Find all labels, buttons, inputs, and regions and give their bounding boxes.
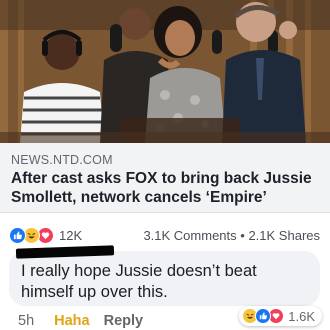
comment-reaction-summary[interactable]: 1.6K (239, 306, 322, 326)
link-preview[interactable]: NEWS.NTD.COM After cast asks FOX to brin… (0, 143, 330, 213)
comment-reaction-count: 1.6K (288, 308, 315, 324)
stats-separator: • (240, 227, 245, 243)
post-reaction-count: 12K (59, 227, 83, 243)
comment-timestamp[interactable]: 5h (18, 313, 34, 329)
like-icon (9, 226, 26, 244)
post-engagement-stats: 3.1K Comments • 2.1K Shares (143, 228, 320, 243)
comment-reply-button[interactable]: Reply (104, 313, 144, 329)
comment-actions: 5h Haha Reply (18, 313, 143, 329)
post-reactions-bar: 12K 3.1K Comments • 2.1K Shares (0, 224, 330, 246)
comment-text: I really hope Jussie doesn’t beat himsel… (21, 262, 257, 301)
comments-count-link[interactable]: 3.1K Comments (143, 228, 236, 243)
recording-studio-photo (0, 0, 330, 143)
shares-count-link[interactable]: 2.1K Shares (248, 228, 320, 243)
link-headline[interactable]: After cast asks FOX to bring back Jussie… (11, 169, 320, 207)
link-domain: NEWS.NTD.COM (11, 153, 113, 167)
post-reaction-summary[interactable]: 12K (9, 226, 83, 244)
like-icon (255, 308, 272, 324)
comment-haha-button[interactable]: Haha (54, 313, 89, 329)
post-image[interactable] (0, 0, 330, 143)
comment-bubble: I really hope Jussie doesn’t beat himsel… (9, 251, 320, 306)
